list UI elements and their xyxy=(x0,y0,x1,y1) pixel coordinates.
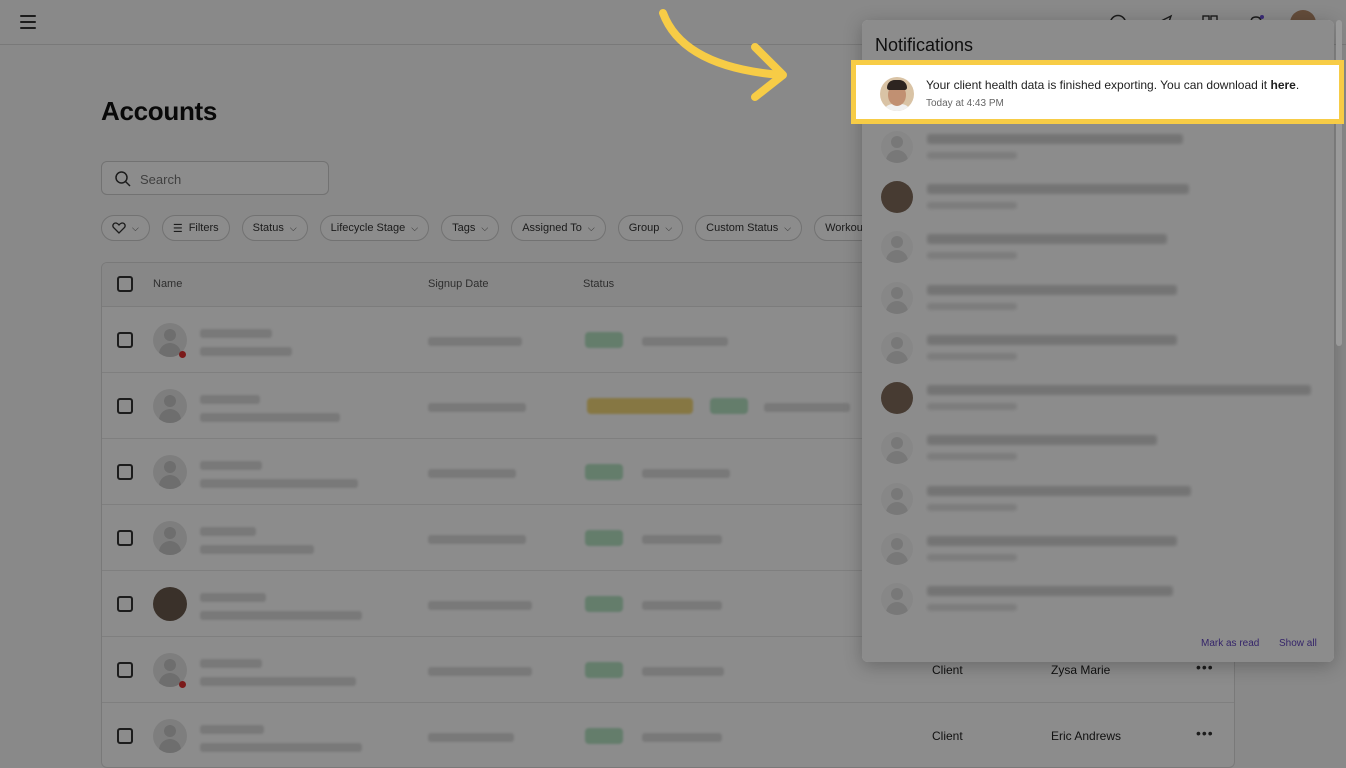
notification-message: Your client health data is finished expo… xyxy=(926,78,1300,92)
notification-time: Today at 4:43 PM xyxy=(926,98,1004,109)
download-link[interactable]: here xyxy=(1270,78,1295,92)
pointer-arrow-icon xyxy=(659,9,787,101)
avatar xyxy=(880,77,914,111)
highlighted-notification[interactable]: Your client health data is finished expo… xyxy=(851,60,1344,124)
